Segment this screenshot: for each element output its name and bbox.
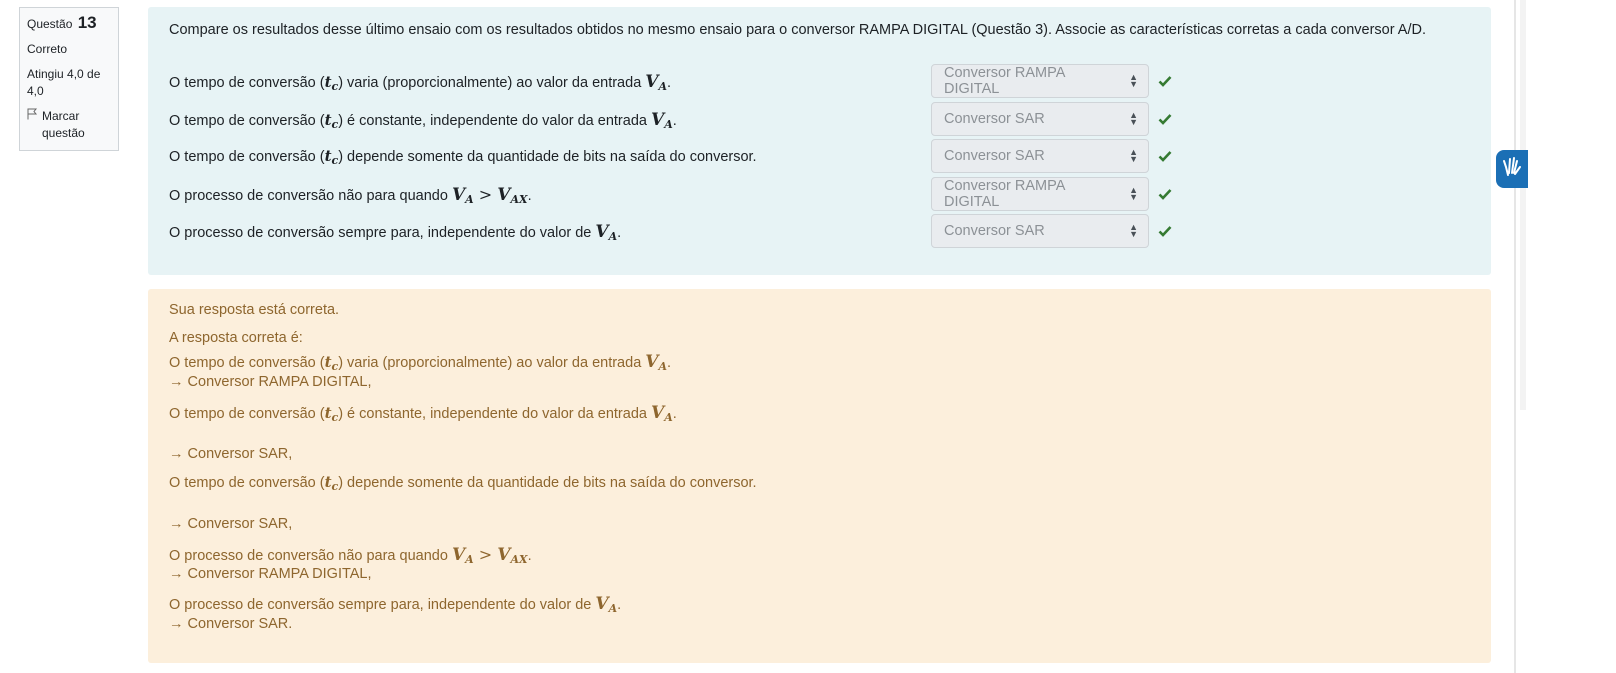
- correct-answer-intro: A resposta correta é:: [169, 330, 303, 346]
- answer-select-value: Conversor SAR: [944, 111, 1045, 127]
- select-caret-icon: ▲ ▼: [1129, 147, 1138, 164]
- flag-icon: [27, 108, 38, 142]
- question-grade: Atingiu 4,0 de 4,0: [27, 67, 101, 98]
- select-caret-icon: ▲ ▼: [1129, 185, 1138, 202]
- question-number: 13: [77, 13, 97, 32]
- scrollbar-track[interactable]: [1520, 0, 1526, 410]
- feedback-answer: → Conversor RAMPA DIGITAL,: [169, 566, 372, 582]
- check-icon: [1157, 177, 1173, 211]
- page-divider: [1514, 0, 1516, 673]
- feedback-stem: O processo de conversão sempre para, ind…: [169, 594, 622, 615]
- question-text: Compare os resultados desse último ensai…: [169, 22, 1426, 38]
- question-status: Correto: [27, 42, 68, 56]
- feedback-answer: → Conversor RAMPA DIGITAL,: [169, 374, 372, 390]
- answer-select[interactable]: Conversor RAMPA DIGITAL ▲ ▼: [931, 64, 1149, 98]
- select-caret-icon: ▲ ▼: [1129, 72, 1138, 89]
- match-stem: O tempo de conversão (tc) varia (proporc…: [169, 71, 672, 93]
- feedback-stem: O tempo de conversão (tc) é constante, i…: [169, 403, 677, 424]
- answer-select-value: Conversor RAMPA DIGITAL: [944, 65, 1065, 97]
- feedback-answer: → Conversor SAR,: [169, 446, 293, 462]
- flag-question-link[interactable]: Marcar questão: [27, 108, 111, 142]
- match-stem: O tempo de conversão (tc) é constante, i…: [169, 109, 677, 131]
- feedback-result: Sua resposta está correta.: [169, 302, 340, 318]
- accessibility-button[interactable]: [1496, 150, 1528, 188]
- answer-select-value: Conversor SAR: [944, 148, 1045, 164]
- answer-select-value: Conversor SAR: [944, 223, 1045, 239]
- match-row: O tempo de conversão (tc) varia (proporc…: [169, 64, 671, 100]
- feedback-answer: → Conversor SAR.: [169, 616, 293, 632]
- answer-select-value: Conversor RAMPA DIGITAL: [944, 178, 1065, 210]
- sign-language-icon: [1502, 155, 1522, 183]
- match-row: O tempo de conversão (tc) é constante, i…: [169, 102, 677, 138]
- check-icon: [1157, 102, 1173, 136]
- check-icon: [1157, 64, 1173, 98]
- match-row: O processo de conversão não para quando …: [169, 177, 532, 213]
- answer-select[interactable]: Conversor SAR ▲ ▼: [931, 139, 1149, 173]
- feedback-answer: → Conversor SAR,: [169, 516, 293, 532]
- select-caret-icon: ▲ ▼: [1129, 110, 1138, 127]
- select-caret-icon: ▲ ▼: [1129, 222, 1138, 239]
- match-row: O processo de conversão sempre para, ind…: [169, 214, 621, 250]
- answer-select[interactable]: Conversor SAR ▲ ▼: [931, 214, 1149, 248]
- question-content: Compare os resultados desse último ensai…: [148, 7, 1491, 275]
- question-label: Questão: [27, 17, 73, 31]
- match-stem: O processo de conversão não para quando …: [169, 184, 532, 206]
- flag-question-label: Marcar questão: [42, 109, 85, 140]
- answer-select[interactable]: Conversor RAMPA DIGITAL ▲ ▼: [931, 177, 1149, 211]
- feedback-stem: O processo de conversão não para quando …: [169, 545, 532, 566]
- feedback-box: Sua resposta está correta. A resposta co…: [148, 289, 1491, 663]
- match-stem: O tempo de conversão (tc) depende soment…: [169, 147, 757, 167]
- match-stem: O processo de conversão sempre para, ind…: [169, 221, 622, 243]
- feedback-stem: O tempo de conversão (tc) depende soment…: [169, 473, 757, 493]
- feedback-stem: O tempo de conversão (tc) varia (proporc…: [169, 352, 672, 373]
- question-number-line: Questão 13: [27, 14, 111, 33]
- answer-select[interactable]: Conversor SAR ▲ ▼: [931, 102, 1149, 136]
- check-icon: [1157, 214, 1173, 248]
- check-icon: [1157, 139, 1173, 173]
- match-row: O tempo de conversão (tc) depende soment…: [169, 139, 757, 175]
- question-info-box: Questão 13 Correto Atingiu 4,0 de 4,0 Ma…: [19, 7, 119, 151]
